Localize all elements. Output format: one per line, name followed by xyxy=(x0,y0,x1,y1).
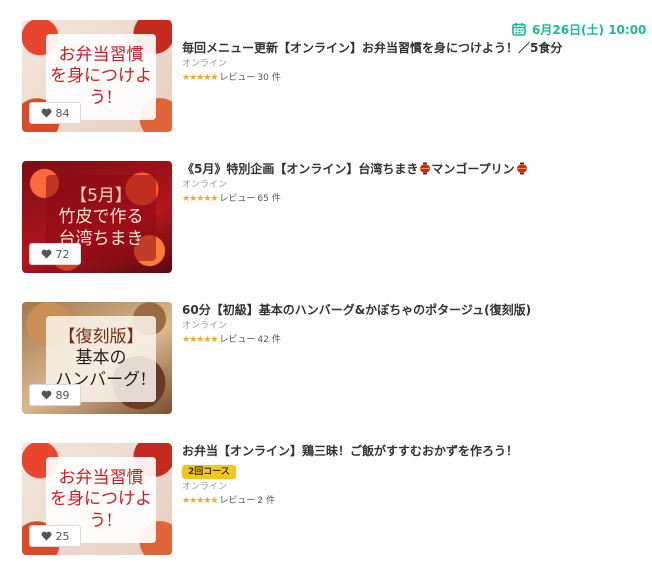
lesson-item[interactable]: お弁当習慣 を身につけよう! 84 毎回メニュー更新【オンライン】お弁当習慣を身… xyxy=(22,20,632,132)
thumbnail-line: お弁当習慣 xyxy=(58,468,144,489)
star-rating-icon: ★★★★★ xyxy=(182,73,218,83)
lesson-category: オンライン xyxy=(182,482,228,492)
review-label: レビュー xyxy=(219,335,256,345)
like-count: 72 xyxy=(55,247,70,261)
review-label: レビュー xyxy=(219,496,256,506)
title-text: 《5月》特別企画【オンライン】台湾ちまき xyxy=(182,162,419,176)
lesson-item[interactable]: 【5月】 竹皮で作る 台湾ちまき 72 《5月》特別企画【オンライン】台湾ちまき… xyxy=(22,161,632,273)
lesson-info: 毎回メニュー更新【オンライン】お弁当習慣を身につけよう！／5食分 オンライン ★… xyxy=(182,40,632,85)
like-count: 25 xyxy=(55,529,70,543)
lesson-category: オンライン xyxy=(182,180,228,190)
star-rating-icon: ★★★★★ xyxy=(182,335,218,345)
review-count: 30 xyxy=(257,73,269,83)
review-count: 42 xyxy=(257,335,269,345)
review-unit: 件 xyxy=(266,496,276,506)
lesson-rating: ★★★★★ レビュー 65 件 xyxy=(182,193,632,206)
lantern-icon xyxy=(516,162,528,175)
lesson-rating: ★★★★★ レビュー 2 件 xyxy=(182,495,632,508)
heart-icon xyxy=(41,108,52,118)
lesson-item[interactable]: お弁当習慣 を身につけよう! 25 お弁当【オンライン】鶏三昧！ご飯がすすむおか… xyxy=(22,443,632,555)
heart-icon xyxy=(41,249,52,259)
like-button[interactable]: 25 xyxy=(29,525,81,547)
lesson-item[interactable]: 【復刻版】 基本の ハンバーグ! 89 60分【初級】基本のハンバーグ&かぼちゃ… xyxy=(22,302,632,414)
lesson-title[interactable]: 60分【初級】基本のハンバーグ&かぼちゃのポタージュ(復刻版) xyxy=(182,302,632,318)
title-text: マンゴープリン xyxy=(431,162,515,176)
thumbnail-line: お弁当習慣 xyxy=(58,45,144,66)
review-label: レビュー xyxy=(219,194,256,204)
thumbnail-line: 【復刻版】 xyxy=(58,327,144,348)
lesson-info: お弁当【オンライン】鶏三昧！ご飯がすすむおかずを作ろう！ 2回コース オンライン… xyxy=(182,443,632,508)
thumbnail-line: 【5月】 xyxy=(70,186,132,207)
like-count: 84 xyxy=(55,106,70,120)
heart-icon xyxy=(41,390,52,400)
lesson-thumbnail[interactable]: お弁当習慣 を身につけよう! 25 xyxy=(22,443,172,555)
thumbnail-line: 基本の xyxy=(75,348,127,369)
review-count: 2 xyxy=(257,496,264,506)
lesson-rating: ★★★★★ レビュー 30 件 xyxy=(182,72,632,85)
lesson-category: オンライン xyxy=(182,59,228,69)
lesson-rating: ★★★★★ レビュー 42 件 xyxy=(182,334,632,347)
lantern-icon xyxy=(419,162,431,175)
lesson-thumbnail[interactable]: 【5月】 竹皮で作る 台湾ちまき 72 xyxy=(22,161,172,273)
lesson-info: 《5月》特別企画【オンライン】台湾ちまき マンゴープリン オンライン ★★★★★ … xyxy=(182,161,632,206)
lesson-title[interactable]: お弁当【オンライン】鶏三昧！ご飯がすすむおかずを作ろう！ xyxy=(182,443,632,459)
lesson-title[interactable]: 《5月》特別企画【オンライン】台湾ちまき マンゴープリン xyxy=(182,161,632,177)
review-unit: 件 xyxy=(271,73,281,83)
lesson-info: 60分【初級】基本のハンバーグ&かぼちゃのポタージュ(復刻版) オンライン ★★… xyxy=(182,302,632,347)
lesson-category: オンライン xyxy=(182,321,228,331)
like-button[interactable]: 84 xyxy=(29,102,81,124)
star-rating-icon: ★★★★★ xyxy=(182,496,218,506)
review-unit: 件 xyxy=(271,194,281,204)
review-unit: 件 xyxy=(271,335,281,345)
lesson-title[interactable]: 毎回メニュー更新【オンライン】お弁当習慣を身につけよう！／5食分 xyxy=(182,40,632,56)
like-button[interactable]: 72 xyxy=(29,243,81,265)
lesson-thumbnail[interactable]: お弁当習慣 を身につけよう! 84 xyxy=(22,20,172,132)
review-count: 65 xyxy=(257,194,269,204)
like-count: 89 xyxy=(55,388,70,402)
lesson-thumbnail[interactable]: 【復刻版】 基本の ハンバーグ! 89 xyxy=(22,302,172,414)
review-label: レビュー xyxy=(219,73,256,83)
heart-icon xyxy=(41,531,52,541)
star-rating-icon: ★★★★★ xyxy=(182,194,218,204)
thumbnail-line: 竹皮で作る xyxy=(58,207,144,228)
course-badge: 2回コース xyxy=(182,465,236,479)
like-button[interactable]: 89 xyxy=(29,384,81,406)
